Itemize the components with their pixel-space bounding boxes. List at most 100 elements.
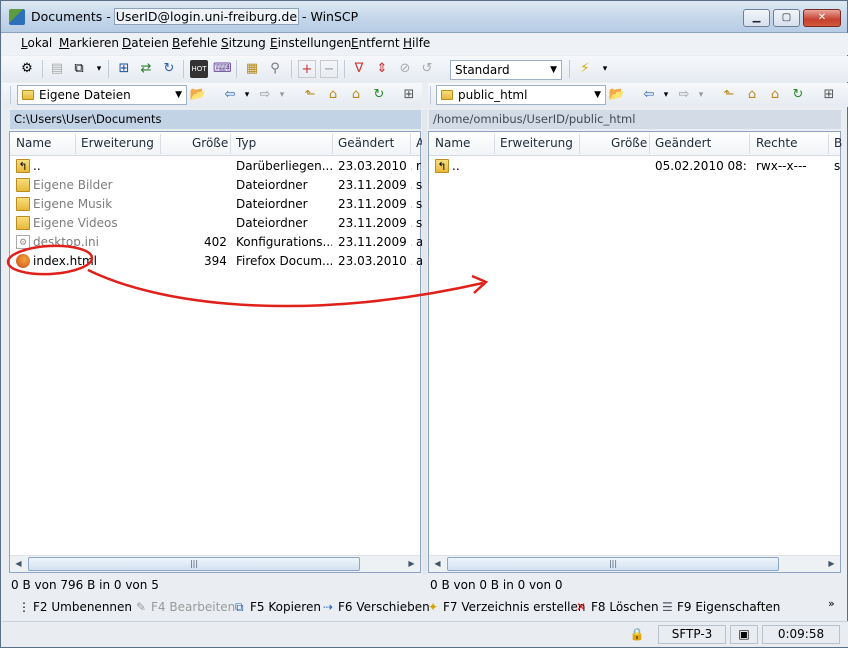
list-item[interactable]: index.html 394 Firefox Docum... 23.03.20… [10, 252, 423, 271]
menu-sitzung[interactable]: Sitzung [221, 36, 266, 50]
restore-selection-icon[interactable]: ↺ [418, 60, 436, 78]
list-item[interactable]: Eigene Bilder Dateiordner 23.11.2009 ...… [10, 176, 422, 195]
root-directory-icon[interactable]: ⌂ [324, 86, 342, 104]
remote-horizontal-scrollbar[interactable]: ◀ ||| ▶ [429, 555, 840, 572]
clear-selection-icon[interactable]: ⊘ [396, 60, 414, 78]
sync-browse-icon[interactable]: ⊞ [115, 60, 133, 78]
menu-befehle[interactable]: Befehle [172, 36, 218, 50]
back-arrow-icon[interactable]: ⇦ [221, 86, 239, 104]
connection-icon[interactable]: ▣ [730, 625, 758, 644]
f8-delete-button[interactable]: ✕ F8 Löschen [576, 600, 659, 614]
f4-edit-button[interactable]: ✎ F4 Bearbeiten [136, 600, 235, 614]
scroll-right-icon[interactable]: ▶ [824, 557, 839, 571]
forward-arrow-icon[interactable]: ⇨ [675, 86, 693, 104]
col-rights[interactable]: Rechte [756, 136, 797, 150]
chevron-down-icon[interactable]: ▾ [596, 60, 614, 78]
list-item[interactable]: ⚙ desktop.ini 402 Konfigurations... 23.1… [10, 233, 423, 252]
synchronize-icon[interactable]: ↻ [160, 60, 178, 78]
refresh-icon[interactable]: ↻ [370, 86, 388, 104]
col-size[interactable]: Größe [611, 136, 647, 150]
transfer-settings-select[interactable]: Standard ▼ [450, 60, 562, 80]
queue-icon[interactable]: ▦ [243, 60, 261, 78]
preferences-lightning-icon[interactable]: ⚡ [576, 60, 594, 78]
local-horizontal-scrollbar[interactable]: ◀ ||| ▶ [10, 555, 420, 572]
home-directory-icon[interactable]: ⌂ [347, 86, 365, 104]
col-owner[interactable]: B [834, 136, 842, 150]
menu-entfernt[interactable]: Entfernt [351, 36, 400, 50]
list-item[interactable]: Eigene Musik Dateiordner 23.11.2009 ... … [10, 195, 422, 214]
col-extension[interactable]: Erweiterung [500, 136, 573, 150]
col-modified[interactable]: Geändert [655, 136, 711, 150]
chevron-down-icon[interactable]: ▾ [657, 86, 675, 104]
col-modified[interactable]: Geändert [338, 136, 394, 150]
menu-einstellungen[interactable]: Einstellungen [270, 36, 351, 50]
edit-icon: ✎ [136, 600, 147, 614]
f7-new-folder-button[interactable]: ✦ F7 Verzeichnis erstellen [428, 600, 585, 614]
putty-icon[interactable]: ⌨ [213, 60, 232, 78]
root-directory-icon[interactable]: ⌂ [743, 86, 761, 104]
col-name[interactable]: Name [16, 136, 51, 150]
scroll-right-icon[interactable]: ▶ [404, 557, 419, 571]
menu-lokal[interactable]: Lokal [21, 36, 52, 50]
parent-directory-icon[interactable]: ⬑ [301, 86, 319, 104]
compare-icon[interactable]: ⇄ [137, 60, 155, 78]
remote-location-select[interactable]: public_html ▼ [436, 85, 606, 105]
f9-properties-button[interactable]: ☰ F9 Eigenschaften [662, 600, 780, 614]
preferences-gear-icon[interactable]: ⚙ [18, 60, 36, 78]
list-item[interactable]: ↰ .. Darüberliegen... 23.03.2010 ... r [10, 157, 421, 176]
menu-dateien[interactable]: Dateien [122, 36, 169, 50]
rename-icon: ⋮ [18, 600, 30, 614]
forward-arrow-icon[interactable]: ⇨ [256, 86, 274, 104]
properties-icon: ☰ [662, 600, 673, 614]
parent-folder-icon: ↰ [435, 159, 449, 173]
chevron-down-icon[interactable]: ▾ [90, 60, 108, 78]
chevron-down-icon[interactable]: ▾ [273, 86, 291, 104]
scroll-left-icon[interactable]: ◀ [11, 557, 26, 571]
local-status-text: 0 B von 796 B in 0 von 5 [11, 578, 159, 592]
scroll-thumb[interactable]: ||| [28, 557, 360, 571]
scroll-thumb[interactable]: ||| [447, 557, 779, 571]
panel-splitter[interactable] [422, 110, 427, 575]
chevron-down-icon[interactable]: ▾ [692, 86, 710, 104]
list-item[interactable]: ↰ .. 05.02.2010 08:3... rwx--x--- s [429, 157, 840, 176]
close-button[interactable]: ✕ [803, 9, 841, 27]
home-directory-icon[interactable]: ⌂ [766, 86, 784, 104]
filter-icon[interactable]: ∇ [350, 60, 368, 78]
menu-markieren[interactable]: Markieren [59, 36, 119, 50]
tree-view-icon[interactable]: ⊞ [400, 86, 418, 104]
menu-hilfe[interactable]: Hilfe [403, 36, 430, 50]
terminal-icon[interactable]: HOT [190, 60, 208, 78]
list-item[interactable]: Eigene Videos Dateiordner 23.11.2009 ...… [10, 214, 422, 233]
chevron-down-icon[interactable]: ▾ [238, 86, 256, 104]
select-minus-icon[interactable]: − [320, 60, 338, 78]
back-arrow-icon[interactable]: ⇦ [640, 86, 658, 104]
title-bar: Documents - UserID@login.uni-freiburg.de… [1, 1, 847, 33]
copy-files-icon[interactable]: ⧉ [70, 60, 88, 78]
select-plus-icon[interactable]: + [298, 60, 316, 78]
open-folder-icon[interactable]: 📂 [189, 86, 207, 104]
scroll-left-icon[interactable]: ◀ [430, 557, 445, 571]
col-type[interactable]: Typ [236, 136, 256, 150]
col-name[interactable]: Name [435, 136, 470, 150]
open-folder-icon[interactable]: 📂 [608, 86, 626, 104]
more-chevron-icon[interactable]: » [828, 597, 835, 610]
local-file-list[interactable]: Name Erweiterung Größe Typ Geändert A ↰ … [9, 131, 424, 573]
parent-directory-icon[interactable]: ⬑ [720, 86, 738, 104]
local-location-select[interactable]: Eigene Dateien ▼ [17, 85, 187, 105]
f2-rename-button[interactable]: ⋮ F2 Umbenennen [18, 600, 132, 614]
remote-file-list[interactable]: Name Erweiterung Größe Geändert Rechte B… [428, 131, 842, 573]
tree-view-icon[interactable]: ⊞ [820, 86, 838, 104]
col-size[interactable]: Größe [192, 136, 228, 150]
col-extension[interactable]: Erweiterung [81, 136, 154, 150]
local-refresh-icon[interactable]: ▤ [48, 60, 66, 78]
lock-icon[interactable]: 🔒 [622, 625, 652, 644]
invert-selection-icon[interactable]: ⇕ [373, 60, 391, 78]
find-icon[interactable]: ⚲ [266, 60, 284, 78]
maximize-button[interactable]: ▢ [773, 9, 800, 27]
f5-copy-button[interactable]: ⧉ F5 Kopieren [235, 600, 321, 615]
firefox-file-icon [16, 254, 30, 268]
minimize-button[interactable]: ▁ [743, 9, 770, 27]
music-folder-icon [16, 197, 30, 211]
refresh-icon[interactable]: ↻ [789, 86, 807, 104]
f6-move-button[interactable]: ⇢ F6 Verschieben [323, 600, 430, 614]
